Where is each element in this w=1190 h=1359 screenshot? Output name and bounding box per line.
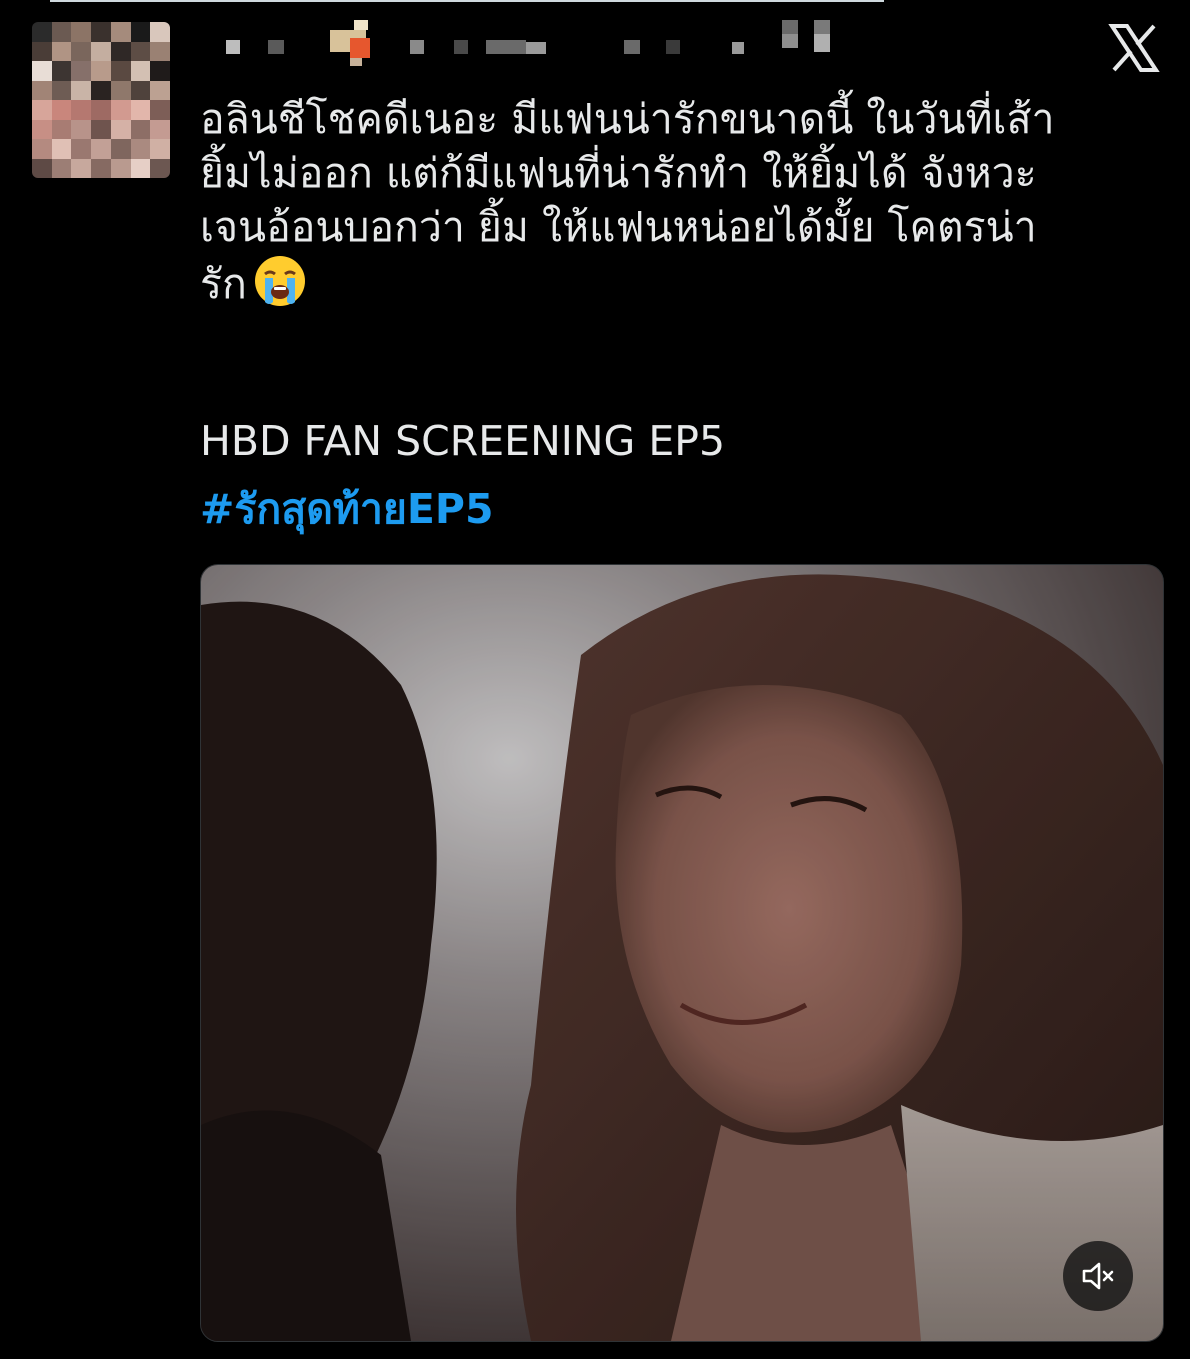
x-logo-icon[interactable] [1108, 22, 1160, 74]
avatar-pixel [51, 119, 72, 139]
avatar-pixel [150, 100, 170, 120]
avatar-pixel [32, 100, 52, 120]
censor-block [268, 40, 284, 54]
censor-block [454, 40, 468, 54]
avatar-pixel [110, 100, 131, 120]
avatar-pixel [110, 119, 131, 139]
avatar-pixel [110, 22, 131, 42]
avatar-pixel [71, 80, 92, 100]
avatar[interactable] [32, 22, 170, 178]
tweet-text-line: อลินชีโชคดีเนอะ มีแฟนน่ารักขนาดนี้ ในวัน… [200, 95, 1055, 143]
avatar-pixel [150, 139, 170, 159]
avatar-pixel [71, 61, 92, 81]
avatar-pixel [71, 22, 92, 42]
avatar-pixel [91, 80, 111, 100]
avatar-pixel [150, 41, 170, 61]
avatar-pixel [130, 158, 151, 178]
avatar-pixel [91, 100, 111, 120]
tweet-text-line-end: รัก [200, 260, 247, 308]
tweet-text: อลินชีโชคดีเนอะ มีแฟนน่ารักขนาดนี้ ในวัน… [200, 92, 1168, 311]
tweet-text-line: ยิ้มไม่ออก แต่ก้มีแฟนที่น่ารักทำ ให้ยิ้ม… [200, 149, 1037, 197]
censor-block [350, 38, 370, 58]
avatar-pixel [32, 158, 52, 178]
avatar-pixel [110, 80, 131, 100]
censor-block [526, 42, 546, 54]
avatar-pixel [51, 22, 72, 42]
avatar-pixel [51, 139, 72, 159]
avatar-pixel [32, 61, 52, 81]
avatar-pixel [91, 61, 111, 81]
censor-block [624, 40, 640, 54]
video-frame [201, 565, 1163, 1341]
avatar-pixel [130, 119, 151, 139]
censor-block [782, 34, 798, 48]
avatar-pixel [130, 100, 151, 120]
avatar-pixel [91, 22, 111, 42]
avatar-pixel [32, 119, 52, 139]
avatar-pixel [32, 22, 52, 42]
censor-block [226, 40, 240, 54]
avatar-pixel [51, 61, 72, 81]
avatar-pixel [91, 41, 111, 61]
tweet-text-line: เจนอ้อนบอกว่า ยิ้ม ให้แฟนหน่อยได้มั้ย โค… [200, 203, 1037, 251]
avatar-pixel [91, 158, 111, 178]
avatar-pixel [130, 139, 151, 159]
censor-block [782, 20, 798, 34]
hashtag-link[interactable]: #รักสุดท้ายEP5 [200, 484, 494, 534]
avatar-pixel [110, 41, 131, 61]
censored-display-name[interactable] [226, 20, 866, 66]
avatar-pixel [32, 139, 52, 159]
avatar-pixel [150, 22, 170, 42]
avatar-pixel [130, 80, 151, 100]
avatar-pixel [150, 119, 170, 139]
avatar-pixel [51, 41, 72, 61]
censor-block [486, 40, 526, 54]
top-divider [50, 0, 884, 2]
censor-block [354, 20, 368, 30]
avatar-pixel [71, 158, 92, 178]
tweet-headline: HBD FAN SCREENING EP5 [200, 417, 726, 465]
avatar-pixel [51, 158, 72, 178]
avatar-pixel [32, 41, 52, 61]
avatar-pixel [91, 119, 111, 139]
censor-block [350, 58, 362, 66]
avatar-pixel [150, 80, 170, 100]
avatar-pixel [110, 61, 131, 81]
censor-block [666, 40, 680, 54]
avatar-pixel [130, 61, 151, 81]
avatar-pixel [71, 100, 92, 120]
video-player[interactable] [200, 564, 1164, 1342]
avatar-pixel [32, 80, 52, 100]
censor-block [814, 34, 830, 52]
avatar-pixel [130, 22, 151, 42]
speaker-muted-icon [1082, 1262, 1114, 1290]
tweet-text-line: รัก [200, 254, 1168, 311]
censor-block [732, 42, 744, 54]
mute-button[interactable] [1063, 1241, 1133, 1311]
loudly-crying-face-icon [254, 256, 305, 306]
avatar-pixel [51, 100, 72, 120]
avatar-pixel [110, 158, 131, 178]
avatar-pixel [51, 80, 72, 100]
avatar-pixel [71, 139, 92, 159]
avatar-pixel [150, 158, 170, 178]
avatar-pixel [150, 61, 170, 81]
avatar-pixel [91, 139, 111, 159]
avatar-pixel [71, 119, 92, 139]
avatar-pixel [71, 41, 92, 61]
censor-block [410, 40, 424, 54]
censor-block [814, 20, 830, 34]
avatar-pixel [130, 41, 151, 61]
avatar-pixel [110, 139, 131, 159]
